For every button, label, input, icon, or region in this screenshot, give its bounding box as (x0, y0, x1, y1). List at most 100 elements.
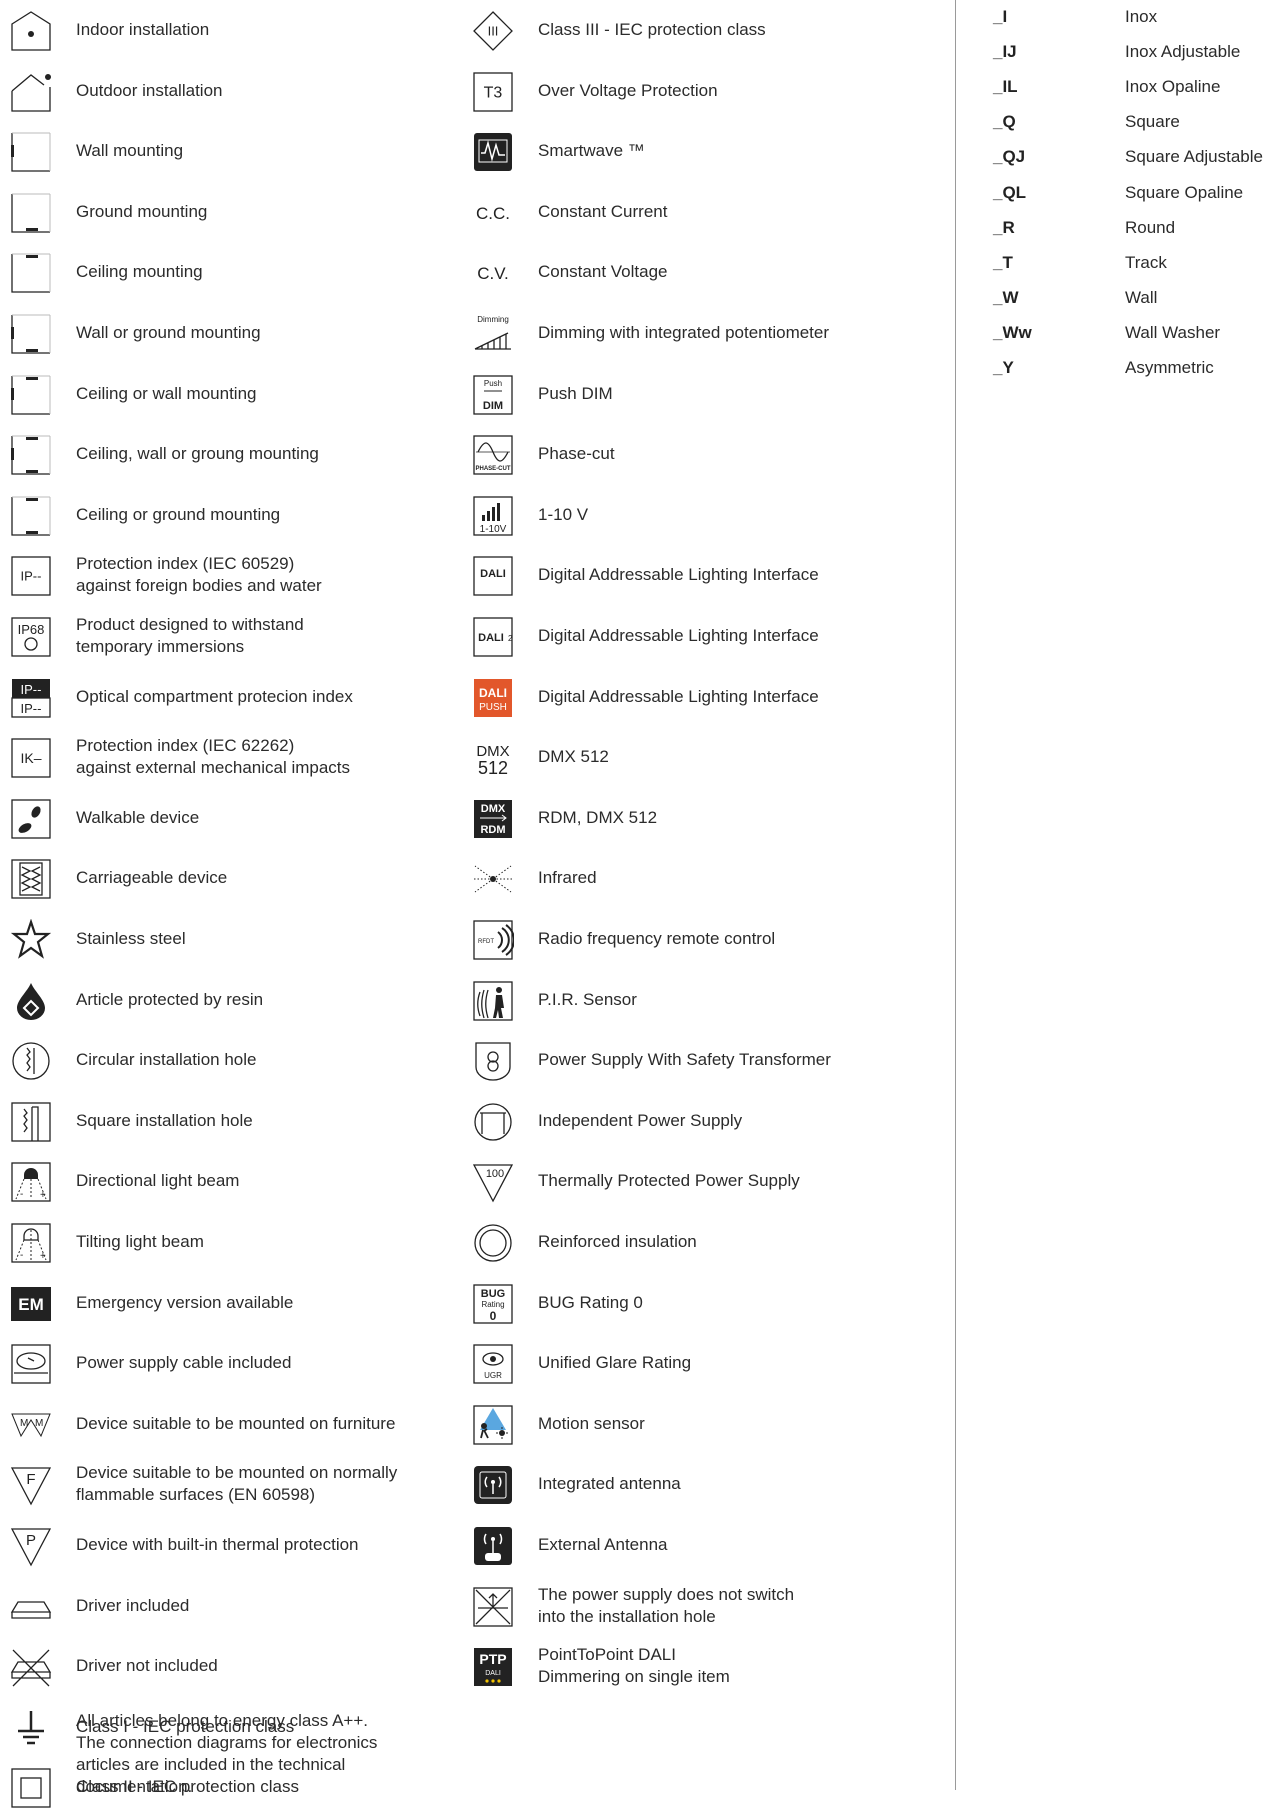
svg-text:DALI: DALI (485, 1670, 501, 1677)
symbol-description: Unified Glare Rating (538, 1333, 868, 1393)
code-row: _QJ Square Adjustable (993, 140, 1263, 174)
emergency-icon: EM (10, 1283, 52, 1325)
symbol-description: Product designed to withstand temporary i… (76, 606, 456, 666)
symbol-description: Power supply cable included (76, 1333, 456, 1393)
symbol-description: Tilting light beam (76, 1212, 456, 1272)
description-line: temporary immersions (76, 637, 245, 656)
description-line: Infrared (538, 868, 597, 887)
description-line: Unified Glare Rating (538, 1353, 692, 1372)
description-line: Carriageable device (76, 868, 228, 887)
bug-rating-icon: BUG Rating 0 (472, 1283, 514, 1325)
description-line: Over Voltage Protection (538, 81, 718, 100)
code-label: _W (993, 288, 1019, 307)
description-line: Motion sensor (538, 1414, 645, 1433)
svg-text:UGR: UGR (484, 1371, 502, 1380)
push-dim-icon: Push DIM (472, 374, 514, 416)
description-line: Power supply cable included (76, 1353, 292, 1372)
description-line: Ground mounting (76, 202, 208, 221)
ik-protection-icon: IK– (10, 737, 52, 779)
symbol-description: Walkable device (76, 788, 456, 848)
code-label: _I (993, 7, 1008, 26)
svg-text:M: M (35, 1418, 43, 1429)
symbol-description: P.I.R. Sensor (538, 970, 868, 1030)
svg-text:RDM: RDM (480, 824, 505, 836)
code-row: _Q Square (993, 105, 1180, 139)
code-row: _I Inox (993, 0, 1157, 34)
description-line: Square installation hole (76, 1111, 253, 1130)
svg-text:DALI: DALI (480, 568, 506, 580)
wall-mounting-icon (10, 131, 52, 173)
description-line: Digital Addressable Lighting Interface (538, 565, 819, 584)
description-line: RDM, DMX 512 (538, 808, 658, 827)
ceiling-wall-mounting-icon (10, 374, 52, 416)
svg-text:C.V.: C.V. (477, 264, 509, 283)
description-line: Wall or ground mounting (76, 323, 261, 342)
svg-text:1-10V: 1-10V (480, 524, 507, 535)
symbol-description: Indoor installation (76, 0, 456, 60)
dimming-potentiometer-icon: Dimming (472, 313, 514, 355)
symbol-description: RDM, DMX 512 (538, 788, 868, 848)
description-line: Outdoor installation (76, 81, 223, 100)
description-line: Smartwave ™ (538, 141, 645, 160)
symbol-description: Emergency version available (76, 1273, 456, 1333)
symbol-description: Directional light beam (76, 1151, 456, 1211)
code-description: Wall (1125, 288, 1158, 307)
symbol-description: The power supply does not switch into the… (538, 1576, 868, 1636)
code-description: Inox Opaline (1125, 77, 1221, 96)
tilting-beam-icon: - + (10, 1222, 52, 1264)
driver-included-icon (10, 1586, 52, 1628)
symbol-description: Protection index (IEC 62262) against exte… (76, 727, 456, 787)
symbol-description: Driver not included (76, 1636, 456, 1696)
symbol-description: Square installation hole (76, 1091, 456, 1151)
code-row: _Ww Wall Washer (993, 316, 1220, 350)
wall-ground-mounting-icon (10, 313, 52, 355)
description-line: Device with built-in thermal protection (76, 1535, 359, 1554)
code-label: _IJ (993, 42, 1017, 61)
svg-text:PHASE-CUT: PHASE-CUT (475, 466, 510, 472)
code-label: _QJ (993, 147, 1026, 166)
dali2-icon: DALI 2 (472, 616, 514, 658)
square-hole-icon (10, 1101, 52, 1143)
description-line: 1-10 V (538, 505, 589, 524)
svg-text:DMX: DMX (481, 803, 506, 815)
description-line: Protection index (IEC 62262) (76, 736, 295, 755)
description-line: Radio frequency remote control (538, 929, 776, 948)
code-description: Square (1125, 112, 1180, 131)
svg-text:IP--: IP-- (21, 682, 42, 697)
furniture-mount-icon: MM (10, 1404, 52, 1446)
note-line: All articles belong to energy class A++. (76, 1711, 368, 1730)
rdm-dmx-icon: DMX RDM (472, 798, 514, 840)
svg-text:III: III (488, 24, 499, 39)
description-line: DMX 512 (538, 747, 609, 766)
svg-text:-: - (20, 1189, 23, 1200)
description-line: into the installation hole (538, 1607, 716, 1626)
symbol-description: Digital Addressable Lighting Interface (538, 545, 868, 605)
description-line: Optical compartment protecion index (76, 687, 353, 706)
symbol-description: Ceiling, wall or groung mounting (76, 424, 456, 484)
safety-transformer-icon (472, 1040, 514, 1082)
description-line: flammable surfaces (EN 60598) (76, 1485, 316, 1504)
description-line: Device suitable to be mounted on normall… (76, 1463, 398, 1482)
smartwave-icon (472, 131, 514, 173)
code-label: _IL (993, 77, 1018, 96)
description-line: Ceiling, wall or groung mounting (76, 444, 319, 463)
symbol-description: Reinforced insulation (538, 1212, 868, 1272)
symbol-description: Device suitable to be mounted on furnitu… (76, 1394, 456, 1454)
symbol-description: DMX 512 (538, 727, 868, 787)
symbol-description: Article protected by resin (76, 970, 456, 1030)
symbol-description: Device with built-in thermal protection (76, 1515, 456, 1575)
symbol-description: Infrared (538, 848, 868, 908)
code-label: _QL (993, 183, 1027, 202)
code-row: _W Wall (993, 281, 1157, 315)
no-switch-hole-icon (472, 1586, 514, 1628)
svg-text:IP--: IP-- (21, 569, 42, 584)
description-line: Driver not included (76, 1656, 218, 1675)
infrared-icon (472, 858, 514, 900)
description-line: Driver included (76, 1596, 190, 1615)
description-line: Product designed to withstand (76, 615, 304, 634)
svg-text:M: M (20, 1418, 28, 1429)
svg-text:+: + (40, 1190, 46, 1201)
svg-text:BUG: BUG (481, 1288, 505, 1300)
symbol-description: Ceiling or wall mounting (76, 364, 456, 424)
class-iii-icon: III (472, 10, 514, 52)
